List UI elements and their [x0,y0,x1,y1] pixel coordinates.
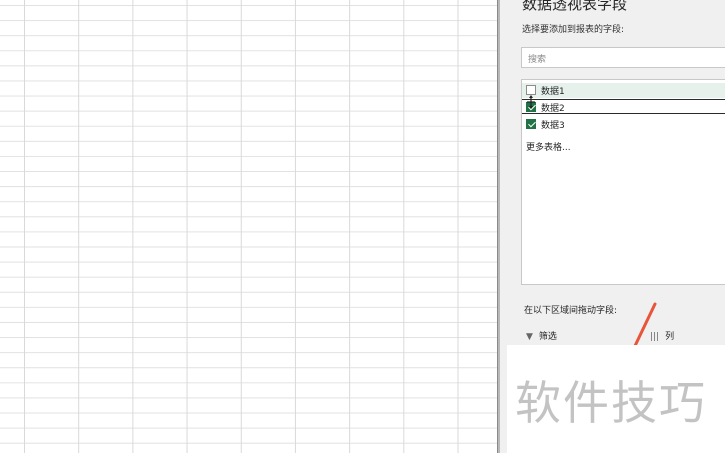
filter-icon: ▼ [526,332,533,342]
field-row-data3[interactable]: 数据3 [522,117,725,132]
red-pen-stroke [632,302,657,350]
area-filter-label: 筛选 [538,332,557,342]
search-placeholder: 搜索 [528,55,547,65]
field-row-data2[interactable]: 数据2 [522,99,725,114]
field-label: 数据3 [541,121,565,131]
field-label: 数据2 [541,104,565,114]
field-label: 数据1 [541,87,565,97]
pane-title: 数据透视表字段 [522,0,628,13]
watermark-text: 软件技巧 [515,376,707,430]
field-list: 数据1 数据2 数据3 更多表格... [521,79,725,285]
area-filter[interactable]: ▼ 筛选 [526,329,557,342]
field-row-data1[interactable]: 数据1 [522,83,725,98]
watermark-panel: 软件技巧 [507,345,725,453]
field-checkbox[interactable] [526,119,536,129]
move-cursor-icon [527,95,535,109]
field-checkbox[interactable] [526,85,536,95]
drag-hint: 在以下区域间拖动字段: [524,306,618,316]
search-input[interactable]: 搜索 [521,47,725,68]
spreadsheet-grid[interactable] [0,0,497,453]
pane-subtitle: 选择要添加到报表的字段: [522,25,625,35]
more-tables-link[interactable]: 更多表格... [526,140,571,153]
